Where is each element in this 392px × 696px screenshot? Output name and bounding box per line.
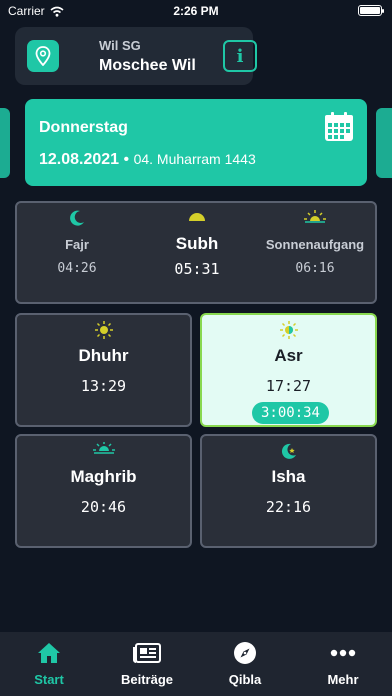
- info-icon: i: [236, 45, 244, 67]
- tab-qibla-label: Qibla: [228, 672, 262, 687]
- tab-beitraege-label: Beiträge: [120, 672, 174, 687]
- crescent-icon: [17, 209, 137, 227]
- tab-mehr[interactable]: Mehr: [294, 640, 392, 687]
- next-day-card[interactable]: [376, 108, 392, 178]
- fajr-label: Fajr: [65, 237, 89, 252]
- sunrise-column: Sonnenaufgang 06:16: [255, 203, 375, 303]
- tab-bar: Start Beiträge Qibla Mehr: [0, 632, 392, 696]
- sun-icon: [17, 321, 190, 339]
- sun-icon: [202, 321, 375, 339]
- more-icon: [294, 640, 392, 666]
- calendar-icon[interactable]: [324, 112, 354, 147]
- sunrise-label: Sonnenaufgang: [265, 237, 365, 252]
- tab-qibla[interactable]: Qibla: [196, 640, 294, 687]
- sunrise-time: 06:16: [295, 261, 335, 276]
- asr-time: 17:27: [265, 377, 312, 395]
- weekday: Donnerstag: [39, 119, 128, 136]
- subh-time: 05:31: [174, 260, 220, 278]
- tab-beitraege[interactable]: Beiträge: [98, 640, 196, 687]
- tab-mehr-label: Mehr: [327, 672, 359, 687]
- dhuhr-card[interactable]: Dhuhr 13:29: [15, 313, 192, 427]
- fajr-column: Fajr 04:26: [17, 203, 137, 303]
- compass-icon: [196, 640, 294, 666]
- isha-card[interactable]: Isha 22:16: [200, 434, 377, 548]
- countdown-badge: 3:00:34: [252, 402, 329, 424]
- newspaper-icon: [98, 640, 196, 666]
- asr-card[interactable]: Asr 17:27 3:00:34: [200, 313, 377, 427]
- asr-label: Asr: [274, 346, 303, 365]
- status-time: 2:26 PM: [173, 4, 219, 18]
- crescent-star-icon: [202, 442, 375, 460]
- maghrib-card[interactable]: Maghrib 20:46: [15, 434, 192, 548]
- maghrib-label: Maghrib: [70, 467, 137, 486]
- mosque-selector[interactable]: Wil SG Moschee Wil i: [15, 27, 257, 85]
- maghrib-time: 20:46: [80, 498, 127, 516]
- mosque-city: Wil SG: [99, 38, 141, 53]
- location-pin-icon: [27, 40, 59, 72]
- info-button[interactable]: i: [223, 40, 257, 72]
- subh-column: Subh 05:31: [137, 203, 257, 303]
- hijri-date: 04. Muharram 1443: [133, 151, 256, 167]
- home-icon: [0, 640, 98, 666]
- tab-start[interactable]: Start: [0, 640, 98, 687]
- date-separator: •: [119, 151, 134, 168]
- tab-start-label: Start: [34, 672, 64, 687]
- sunrise-icon: [255, 209, 375, 223]
- isha-label: Isha: [271, 467, 306, 486]
- date-card[interactable]: Donnerstag 12.08.2021 • 04. Muharram 144…: [25, 99, 367, 186]
- dhuhr-label: Dhuhr: [78, 346, 129, 365]
- battery-icon: [358, 5, 384, 16]
- half-sun-icon: [137, 209, 257, 223]
- sunset-icon: [17, 442, 190, 454]
- dhuhr-time: 13:29: [80, 377, 127, 395]
- subh-label: Subh: [175, 234, 219, 253]
- isha-time: 22:16: [265, 498, 312, 516]
- morning-prayers-card[interactable]: Fajr 04:26 Subh 05:31 Sonnenaufgang 06:1…: [15, 201, 377, 304]
- status-bar: Carrier 2:26 PM: [0, 0, 392, 22]
- gregorian-date: 12.08.2021: [39, 151, 120, 168]
- fajr-time: 04:26: [57, 261, 97, 276]
- date-line: 12.08.2021 • 04. Muharram 1443: [39, 151, 256, 169]
- previous-day-card[interactable]: [0, 108, 10, 178]
- mosque-name: Moschee Wil: [99, 57, 196, 74]
